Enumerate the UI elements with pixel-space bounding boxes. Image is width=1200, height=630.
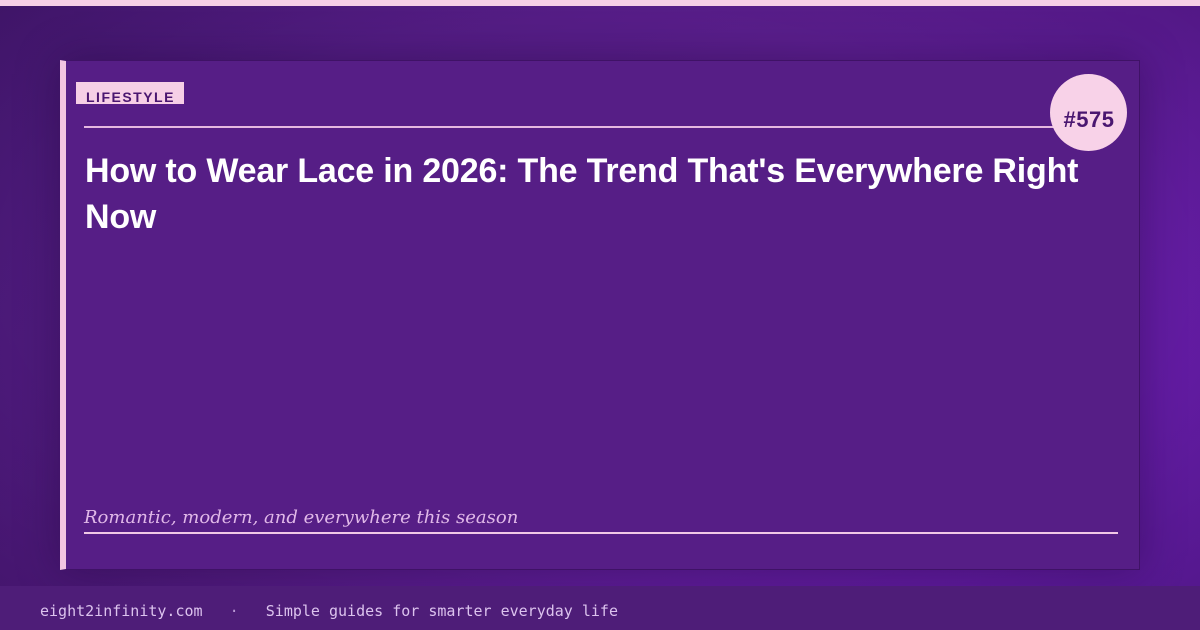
category-tag[interactable]: LIFESTYLE [76,82,184,104]
article-title[interactable]: How to Wear Lace in 2026: The Trend That… [85,148,1095,240]
article-subtitle: Romantic, modern, and everywhere this se… [84,507,519,528]
bottom-divider [84,532,1118,534]
footer-text: eight2infinity.com · Simple guides for s… [40,601,618,621]
issue-number: #575 [1063,107,1115,132]
article-card[interactable] [60,60,1140,570]
footer-separator: · [229,602,239,620]
top-divider [84,126,1118,128]
site-link[interactable]: eight2infinity.com [40,602,203,620]
site-tagline: Simple guides for smarter everyday life [265,602,618,620]
